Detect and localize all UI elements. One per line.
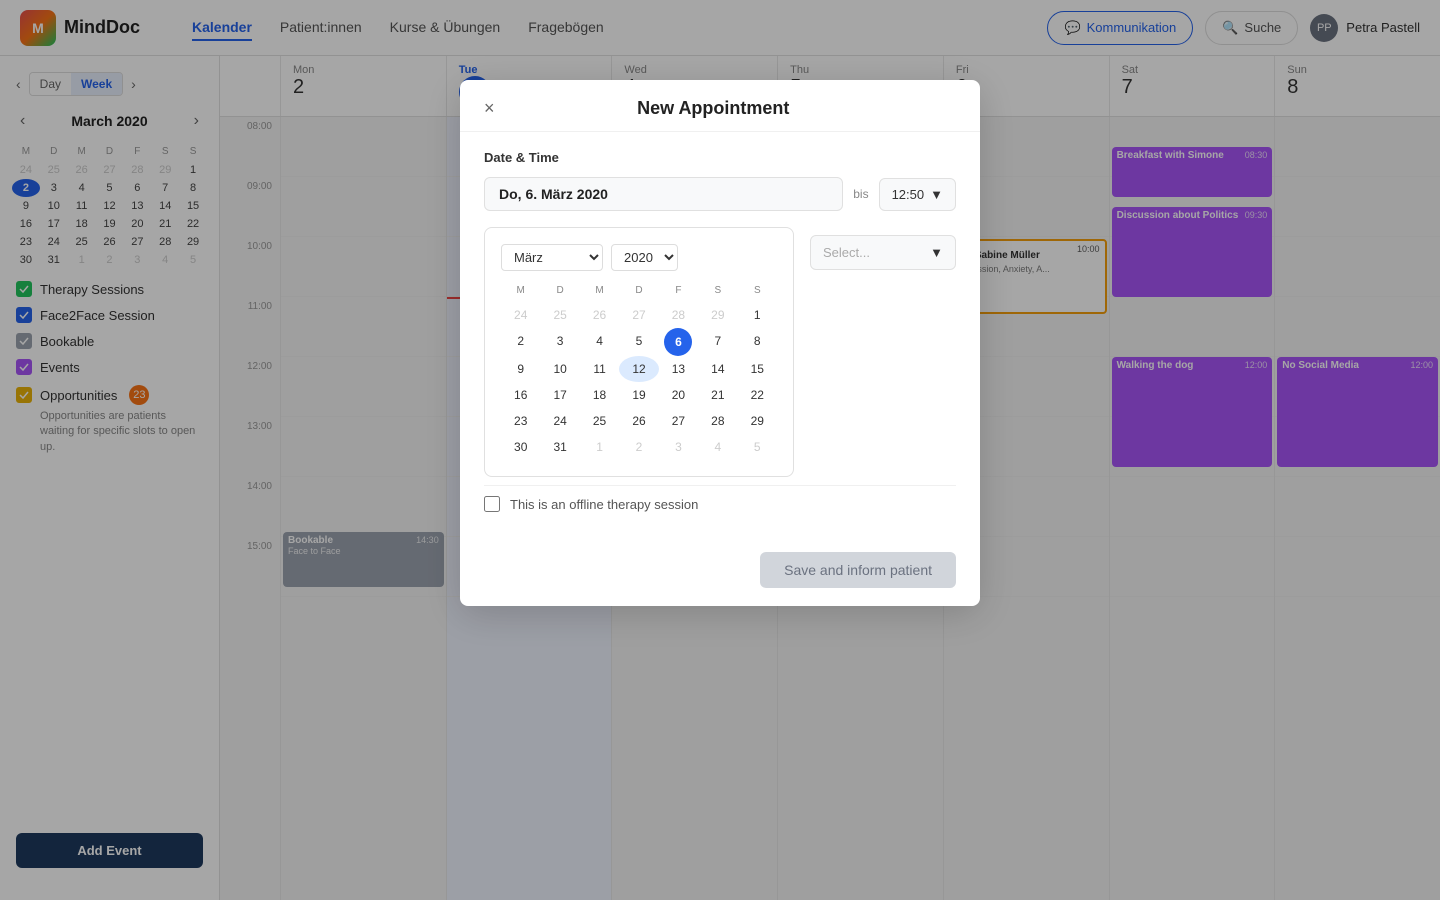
date-time-label: Date & Time <box>484 150 956 165</box>
modal-title: New Appointment <box>637 98 789 119</box>
modal-cal-selects: JanuarFebruarMärzAprilMaiJuniJuliAugustS… <box>501 244 678 271</box>
offline-row: This is an offline therapy session <box>484 485 956 522</box>
new-appointment-modal: × New Appointment Date & Time Do, 6. Mär… <box>460 80 980 606</box>
end-time-value: 12:50 <box>892 187 925 202</box>
modal-right-side: Select... ▼ <box>810 227 956 284</box>
modal-cal-row: JanuarFebruarMärzAprilMaiJuniJuliAugustS… <box>484 227 956 477</box>
dropdown-arrow: ▼ <box>930 245 943 260</box>
month-select[interactable]: JanuarFebruarMärzAprilMaiJuniJuliAugustS… <box>501 244 603 271</box>
datetime-row: Do, 6. März 2020 bis 12:50 ▼ <box>484 177 956 211</box>
selected-date-display[interactable]: Do, 6. März 2020 <box>484 177 843 211</box>
modal-cal-nav: JanuarFebruarMärzAprilMaiJuniJuliAugustS… <box>501 244 777 271</box>
dropdown-placeholder: Select... <box>823 245 870 260</box>
end-time-select[interactable]: 12:50 ▼ <box>879 178 956 211</box>
modal-body: Date & Time Do, 6. März 2020 bis 12:50 ▼… <box>460 132 980 540</box>
patient-dropdown-row: Select... ▼ <box>810 235 956 270</box>
patient-time-select[interactable]: Select... ▼ <box>810 235 956 270</box>
modal-cal-grid: 2425262728291 2345678 9101112131415 1617… <box>501 302 777 460</box>
modal-overlay[interactable]: × New Appointment Date & Time Do, 6. Mär… <box>0 0 1440 900</box>
bis-label: bis <box>853 187 868 201</box>
save-inform-button[interactable]: Save and inform patient <box>760 552 956 588</box>
modal-close-button[interactable]: × <box>484 98 495 119</box>
modal-footer: Save and inform patient <box>460 540 980 606</box>
time-dropdown-arrow: ▼ <box>930 187 943 202</box>
year-select[interactable]: 201920202021 <box>611 244 678 271</box>
offline-label: This is an offline therapy session <box>510 497 698 512</box>
modal-header: × New Appointment <box>460 80 980 132</box>
offline-checkbox[interactable] <box>484 496 500 512</box>
modal-cal-grid-header: MDMDFSS <box>501 283 777 298</box>
modal-calendar: JanuarFebruarMärzAprilMaiJuniJuliAugustS… <box>484 227 794 477</box>
